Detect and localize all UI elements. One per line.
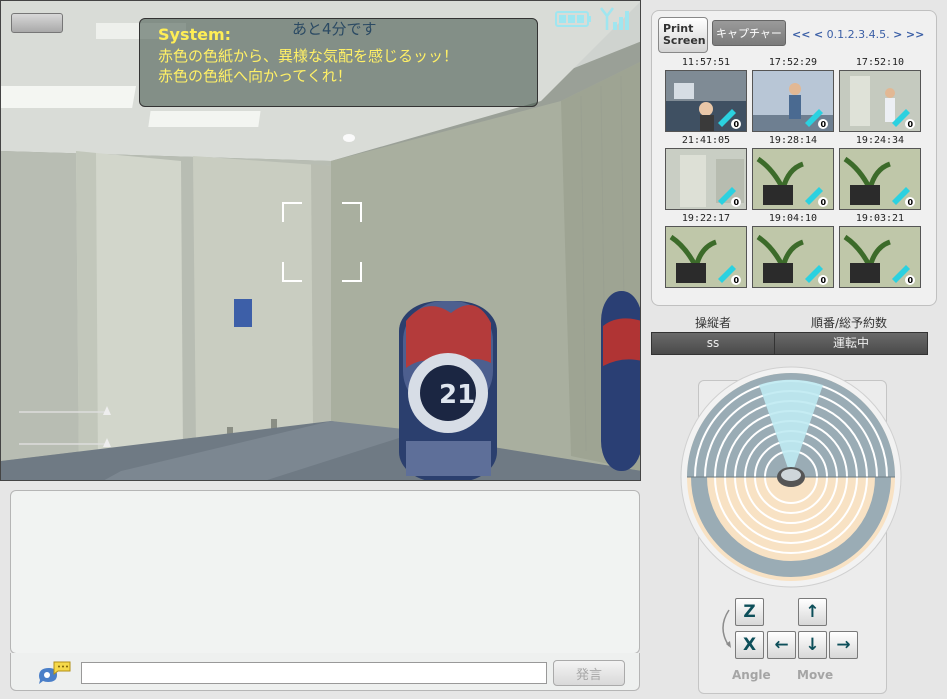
poster-text: 21: [439, 380, 475, 410]
operator-value: ss: [651, 332, 775, 355]
camera-slider-2[interactable]: [19, 436, 111, 448]
chat-area: 発言: [0, 481, 649, 699]
thumbnail-time: 21:41:05: [681, 135, 731, 146]
left-arrow-button[interactable]: ←: [767, 631, 796, 659]
thumbnail[interactable]: 19:28:14 0: [752, 135, 834, 211]
thumbnail-time: 19:28:14: [768, 135, 818, 146]
pager-page-0[interactable]: 0: [827, 28, 834, 41]
capture-pager: << < 0.1.2.3.4.5. > >>: [792, 28, 925, 41]
chat-log[interactable]: [10, 490, 640, 654]
x-key-button[interactable]: X: [735, 631, 764, 659]
pager-page-3[interactable]: 3: [858, 28, 865, 41]
thumbnail-image: 0: [665, 70, 747, 132]
thumbnail-image: 0: [839, 70, 921, 132]
pager-page-1[interactable]: 1: [837, 28, 844, 41]
menu-button[interactable]: [11, 13, 63, 33]
order-value: 運転中: [774, 332, 928, 355]
battery-icon: [555, 11, 591, 27]
targeting-reticle: [282, 202, 362, 282]
radar-dial[interactable]: [679, 365, 909, 595]
thumbnail-image: 0: [752, 70, 834, 132]
move-label: Move: [797, 668, 834, 682]
pager-prev[interactable]: <: [814, 28, 823, 41]
rotate-arrow-icon: [722, 609, 731, 648]
thumbnail-image: 0: [665, 148, 747, 210]
right-panel: Print Screen キャプチャー << < 0.1.2.3.4.5. > …: [641, 0, 947, 699]
pager-page-4[interactable]: 4: [869, 28, 876, 41]
poster-stand: 21: [399, 301, 497, 480]
thumbnail-image: 0: [665, 226, 747, 288]
print-screen-button[interactable]: Print Screen: [658, 17, 708, 53]
thumbnail-image: 0: [752, 148, 834, 210]
svg-text:0: 0: [908, 120, 914, 129]
thumbnail[interactable]: 19:03:21 0: [839, 213, 921, 289]
z-key-button[interactable]: Z: [735, 598, 764, 626]
camera-slider-1[interactable]: [19, 404, 111, 416]
system-label: System:: [158, 25, 232, 44]
thumbnail-time: 19:04:10: [768, 213, 818, 224]
system-message-line-1: 赤色の色紙から、異様な気配を感じるッッ！: [158, 47, 459, 65]
thumbnail-time: 19:03:21: [855, 213, 905, 224]
chat-input-bar: 発言: [10, 653, 640, 691]
pager-next[interactable]: >: [893, 28, 902, 41]
countdown-text: あと4分です: [292, 20, 377, 38]
thumbnail-time: 11:57:51: [681, 57, 731, 68]
angle-label: Angle: [732, 668, 771, 682]
svg-text:0: 0: [734, 198, 740, 207]
pager-page-2[interactable]: 2: [848, 28, 855, 41]
thumbnail-image: 0: [752, 226, 834, 288]
thumbnail[interactable]: 17:52:29 0: [752, 57, 834, 133]
svg-text:0: 0: [734, 120, 740, 129]
thumbnail[interactable]: 19:24:34 0: [839, 135, 921, 211]
svg-text:0: 0: [908, 276, 914, 285]
thumbnail-image: 0: [839, 226, 921, 288]
thumbnail[interactable]: 17:52:10 0: [839, 57, 921, 133]
right-arrow-button[interactable]: →: [829, 631, 858, 659]
thumbnail-image: 0: [839, 148, 921, 210]
svg-text:0: 0: [821, 276, 827, 285]
up-arrow-button[interactable]: ↑: [798, 598, 827, 626]
camera-view[interactable]: 21 System: 赤色の色紙から、異様な気配を感じるッッ！ 赤色の色紙へ向か…: [0, 0, 641, 481]
pager-page-5[interactable]: 5: [879, 28, 886, 41]
system-message-line-2: 赤色の色紙へ向かってくれ！: [158, 67, 352, 85]
pager-last[interactable]: >>: [906, 28, 924, 41]
thumbnail-time: 17:52:10: [855, 57, 905, 68]
signal-icon: [600, 7, 629, 30]
svg-text:0: 0: [821, 198, 827, 207]
print-label-line2: Screen: [663, 34, 706, 47]
operator-header: 操縦者: [695, 316, 732, 330]
capture-panel: Print Screen キャプチャー << < 0.1.2.3.4.5. > …: [651, 10, 937, 306]
thumbnail[interactable]: 11:57:51 0: [665, 57, 747, 133]
down-arrow-button[interactable]: ↓: [798, 631, 827, 659]
thumbnail[interactable]: 19:04:10 0: [752, 213, 834, 289]
thumbnail-time: 19:22:17: [681, 213, 731, 224]
thumbnail[interactable]: 19:22:17 0: [665, 213, 747, 289]
thumbnail-time: 17:52:29: [768, 57, 818, 68]
capture-button[interactable]: キャプチャー: [712, 20, 786, 46]
thumbnail-time: 19:24:34: [855, 135, 905, 146]
pager-first[interactable]: <<: [792, 28, 810, 41]
svg-text:0: 0: [734, 276, 740, 285]
chat-speech-icon: [39, 661, 71, 684]
chat-input[interactable]: [81, 662, 547, 684]
svg-text:0: 0: [821, 120, 827, 129]
poster-stand-right: [601, 291, 640, 471]
svg-text:0: 0: [908, 198, 914, 207]
send-button[interactable]: 発言: [553, 660, 625, 686]
thumbnail[interactable]: 21:41:05 0: [665, 135, 747, 211]
order-header: 順番/総予約数: [811, 316, 888, 330]
